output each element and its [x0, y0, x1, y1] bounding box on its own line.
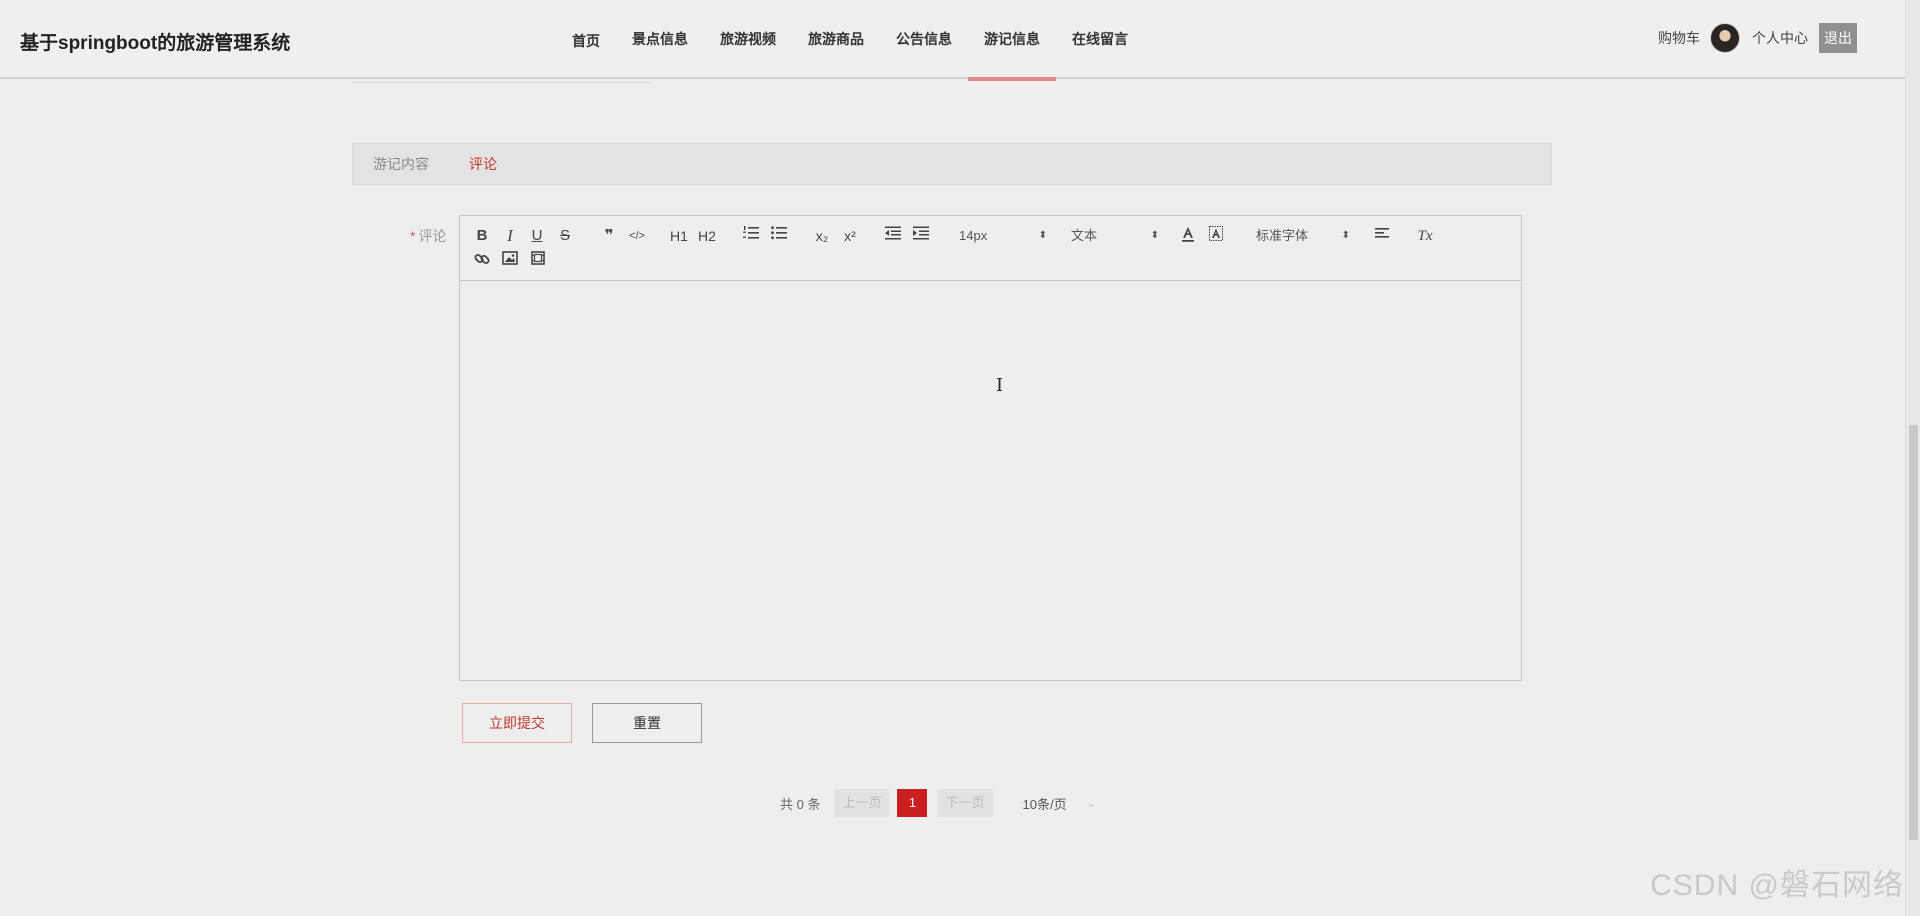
- logout-button[interactable]: 退出: [1819, 23, 1857, 53]
- nav-products[interactable]: 旅游商品: [792, 0, 880, 79]
- tab-travel-content[interactable]: 游记内容: [353, 154, 449, 174]
- select-arrows-icon: ⬍: [1150, 230, 1159, 241]
- align-left-icon[interactable]: [1372, 226, 1394, 246]
- scrollbar-thumb[interactable]: [1909, 425, 1918, 840]
- ordered-list-icon[interactable]: [740, 226, 762, 246]
- outdent-icon[interactable]: [882, 226, 904, 246]
- watermark: CSDN @磐石网络: [1650, 869, 1904, 902]
- select-arrows-icon: ⬍: [1341, 230, 1350, 241]
- link-icon[interactable]: [471, 251, 493, 271]
- nav-travel-notes[interactable]: 游记信息: [968, 0, 1056, 81]
- nav-announcements[interactable]: 公告信息: [880, 0, 968, 79]
- pagination: 共 0 条 上一页 1 下一页 10条/页 ⌄: [780, 789, 1096, 817]
- reset-button[interactable]: 重置: [592, 703, 702, 743]
- chevron-down-icon: ⌄: [1086, 797, 1096, 810]
- heading1-button[interactable]: H1: [668, 226, 690, 246]
- comment-editor: B I U S ❞ </> H1 H2 x₂ x² 14px ⬍ 文本 ⬍ 标准…: [459, 215, 1522, 681]
- subscript-button[interactable]: x₂: [811, 226, 833, 246]
- page-size-value: 10条/页: [1022, 796, 1067, 812]
- underline-button[interactable]: U: [526, 226, 548, 246]
- editor-toolbar: B I U S ❞ </> H1 H2 x₂ x² 14px ⬍ 文本 ⬍ 标准…: [460, 216, 1521, 281]
- main-nav: 首页 景点信息 旅游视频 旅游商品 公告信息 游记信息 在线留言: [556, 0, 1144, 81]
- nav-attractions[interactable]: 景点信息: [616, 0, 704, 79]
- font-family-value: 标准字体: [1256, 228, 1309, 243]
- indent-icon[interactable]: [910, 226, 932, 246]
- code-block-button[interactable]: </>: [626, 226, 648, 246]
- tab-comments[interactable]: 评论: [449, 154, 517, 174]
- heading2-button[interactable]: H2: [696, 226, 718, 246]
- scrolled-field-edge: [352, 80, 652, 83]
- nav-messages[interactable]: 在线留言: [1056, 0, 1144, 79]
- prev-page-button[interactable]: 上一页: [834, 789, 890, 817]
- top-header: 基于springboot的旅游管理系统 首页 景点信息 旅游视频 旅游商品 公告…: [0, 0, 1905, 81]
- user-center-link[interactable]: 个人中心: [1752, 28, 1808, 48]
- comment-field-label: * 评论: [410, 226, 446, 246]
- video-icon[interactable]: [527, 251, 549, 271]
- font-family-select[interactable]: 标准字体 ⬍: [1256, 226, 1350, 246]
- block-format-value: 文本: [1071, 228, 1098, 243]
- avatar[interactable]: [1710, 23, 1740, 53]
- next-page-button[interactable]: 下一页: [937, 789, 993, 817]
- select-arrows-icon: ⬍: [1038, 230, 1047, 241]
- blockquote-button[interactable]: ❞: [598, 226, 620, 246]
- font-color-icon[interactable]: [1177, 226, 1199, 246]
- text-cursor-icon: I: [996, 375, 1004, 396]
- font-size-value: 14px: [959, 228, 988, 243]
- pagination-total: 共 0 条: [780, 796, 821, 812]
- required-mark: *: [410, 228, 416, 244]
- editor-content-area[interactable]: I: [460, 282, 1521, 680]
- nav-videos[interactable]: 旅游视频: [704, 0, 792, 79]
- bold-button[interactable]: B: [471, 226, 493, 246]
- strikethrough-button[interactable]: S: [554, 226, 576, 246]
- comment-label-text: 评论: [418, 228, 447, 244]
- page-scrollbar[interactable]: [1905, 0, 1920, 916]
- font-size-select[interactable]: 14px ⬍: [959, 226, 1047, 246]
- site-title: 基于springboot的旅游管理系统: [20, 33, 291, 54]
- background-color-icon[interactable]: [1205, 226, 1227, 246]
- nav-home[interactable]: 首页: [556, 0, 616, 79]
- page-size-select[interactable]: 10条/页 ⌄: [1023, 794, 1096, 813]
- italic-button[interactable]: I: [499, 226, 521, 246]
- bullet-list-icon[interactable]: [768, 226, 790, 246]
- submit-button[interactable]: 立即提交: [462, 703, 572, 743]
- image-icon[interactable]: [499, 251, 521, 271]
- superscript-button[interactable]: x²: [839, 226, 861, 246]
- page: 基于springboot的旅游管理系统 首页 景点信息 旅游视频 旅游商品 公告…: [0, 0, 1920, 916]
- user-area: 购物车 个人中心 退出: [1658, 23, 1857, 53]
- detail-tabs: 游记内容 评论: [352, 143, 1552, 185]
- clear-format-button[interactable]: Tx: [1414, 226, 1436, 246]
- page-number-current[interactable]: 1: [897, 789, 928, 817]
- block-format-select[interactable]: 文本 ⬍: [1071, 226, 1159, 246]
- cart-link[interactable]: 购物车: [1658, 28, 1700, 48]
